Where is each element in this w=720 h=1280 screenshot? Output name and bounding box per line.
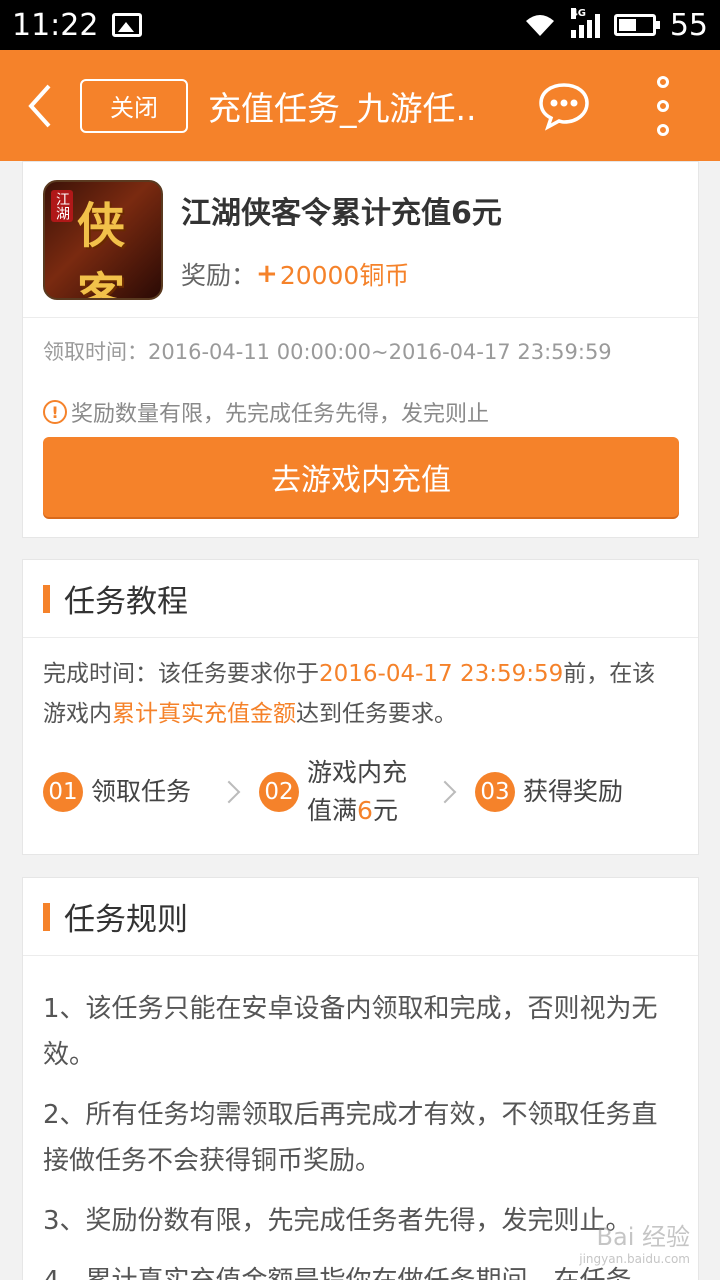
step-label: 领取任务 (91, 777, 192, 806)
chevron-right-icon (217, 780, 241, 804)
signal-icon: 4G (570, 8, 600, 38)
step-1: 01 领取任务 (43, 772, 191, 812)
more-dot-icon (657, 99, 669, 112)
game-icon[interactable]: 江湖 侠客令 (43, 179, 163, 300)
task-title: 江湖侠客令累计充值6元 (181, 195, 502, 231)
chevron-left-icon (28, 84, 51, 127)
chevron-right-icon (433, 780, 457, 804)
notice-line: ! 奖励数量有限，先完成任务先得，发完则止 (23, 374, 698, 436)
battery-icon (613, 14, 660, 36)
tutorial-header: 任务教程 (23, 560, 698, 638)
step-number: 01 (43, 772, 83, 812)
page-title: 充值任务_九游任.. (208, 88, 477, 128)
exclamation-icon: ! (43, 400, 67, 424)
rules-title: 任务规则 (64, 902, 188, 938)
step-number: 03 (475, 772, 516, 812)
tutorial-text-suffix: 达到任务要求。 (296, 701, 457, 727)
step-label: 获得奖励 (523, 777, 624, 806)
back-button[interactable] (0, 50, 80, 161)
tutorial-deadline: 2016-04-17 23:59:59 (319, 661, 564, 687)
rules-header: 任务规则 (23, 878, 698, 956)
app-bar: 关闭 充值任务_九游任.. (0, 50, 720, 161)
step-unit: 元 (372, 796, 398, 825)
section-marker (43, 902, 50, 931)
step-label: 游戏内充值满6元 (307, 754, 407, 830)
more-dot-icon (657, 75, 669, 88)
step-2: 02 游戏内充值满6元 (259, 754, 407, 830)
task-card: 江湖 侠客令 江湖侠客令累计充值6元 奖励： + 20000铜币 领取时间：20… (22, 161, 699, 538)
plus-icon: + (256, 258, 278, 289)
claim-time: 领取时间：2016-04-11 00:00:00~2016-04-17 23:5… (43, 340, 612, 364)
task-steps: 01 领取任务 02 游戏内充值满6元 03 获得奖励 (23, 734, 698, 830)
tutorial-text: 完成时间：该任务要求你于2016-04-17 23:59:59前，在该游戏内累计… (23, 638, 698, 734)
close-button[interactable]: 关闭 (80, 78, 188, 133)
status-bar: 11:22 4G 55 (0, 0, 720, 50)
watermark-brand: Bai 经验 (596, 1223, 690, 1251)
step-3: 03 获得奖励 (475, 772, 623, 812)
rule-item: 2、所有任务均需领取后再完成才有效，不领取任务直接做任务不会获得铜币奖励。 (43, 1100, 658, 1176)
game-icon-big-text: 侠客令 (77, 197, 126, 300)
tutorial-highlight-term: 累计真实充值金额 (112, 701, 296, 727)
watermark: Bai 经验 jingyan.baidu.com (579, 1217, 690, 1266)
battery-fill (618, 19, 637, 31)
more-options-button[interactable] (648, 75, 678, 136)
image-notification-icon (112, 13, 143, 37)
status-time: 11:22 (12, 7, 99, 43)
message-button[interactable] (536, 78, 592, 134)
wifi-icon (525, 15, 554, 36)
step-number: 02 (259, 772, 300, 812)
reward-value: 20000铜币 (279, 260, 410, 290)
watermark-url: jingyan.baidu.com (579, 1252, 690, 1266)
battery-level: 55 (669, 7, 708, 43)
tutorial-title: 任务教程 (64, 584, 188, 620)
game-info: 江湖侠客令累计充值6元 奖励： + 20000铜币 (181, 188, 502, 292)
network-type: 4G (570, 8, 586, 19)
reward-line: 奖励： + 20000铜币 (181, 256, 502, 292)
tutorial-text-prefix: 完成时间：该任务要求你于 (43, 661, 319, 687)
game-row: 江湖 侠客令 江湖侠客令累计充值6元 奖励： + 20000铜币 (23, 162, 698, 318)
rule-item: 1、该任务只能在安卓设备内领取和完成，否则视为无效。 (43, 994, 658, 1070)
more-dot-icon (657, 123, 669, 136)
notice-text: 奖励数量有限，先完成任务先得，发完则止 (71, 402, 490, 427)
step-label-line1: 游戏内充 (307, 758, 408, 787)
tutorial-card: 任务教程 完成时间：该任务要求你于2016-04-17 23:59:59前，在该… (22, 559, 699, 855)
section-marker (43, 584, 50, 613)
game-icon-small-text: 江湖 (51, 189, 73, 222)
chat-bubble-icon (539, 82, 589, 131)
step-label-line2: 值满 (307, 796, 358, 825)
recharge-in-game-button[interactable]: 去游戏内充值 (43, 437, 679, 517)
reward-label: 奖励： (181, 260, 257, 290)
step-amount: 6 (357, 796, 373, 825)
